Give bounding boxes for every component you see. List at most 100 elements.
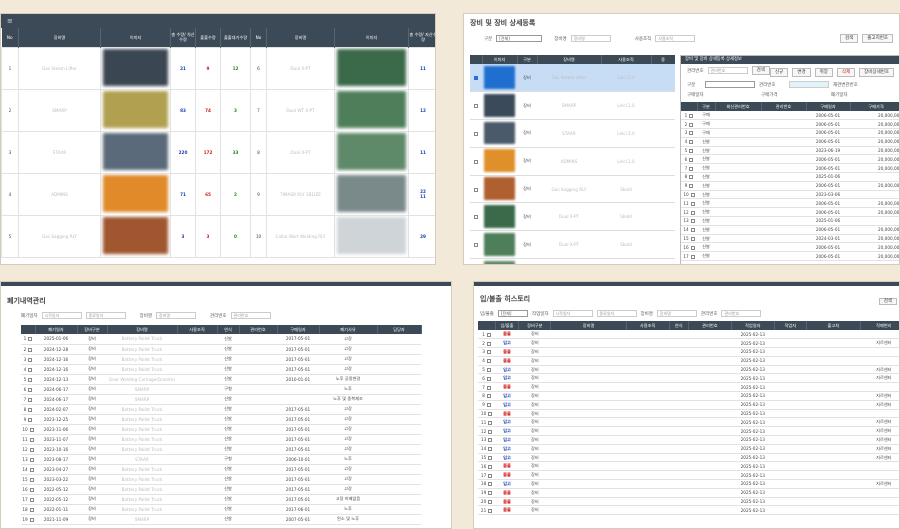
table-row[interactable]: 9 2023-12-25 장비 Battery Pallet Truck 신발 2017-… — [21, 414, 421, 425]
table-row[interactable]: 6 입고 장비 2025-02-13 지르센터 — [478, 373, 899, 384]
row-checkbox[interactable] — [470, 119, 482, 148]
checkbox[interactable] — [488, 447, 493, 452]
row-checkbox[interactable]: 16 — [21, 484, 35, 495]
table-row[interactable]: 4 불출 장비 2025-02-13 — [478, 356, 899, 366]
column-header[interactable]: 작폐변리 — [860, 321, 899, 330]
row-checkbox[interactable]: 14 — [478, 444, 496, 454]
column-header[interactable]: 출출수량 — [195, 28, 221, 47]
row-checkbox[interactable]: 6 — [21, 384, 35, 395]
table-row[interactable]: 14 2023-04-27 장비 Battery Pallet Truck 신발 2017… — [21, 464, 421, 475]
column-header[interactable]: 연식 — [669, 321, 689, 330]
row-checkbox[interactable] — [470, 64, 482, 93]
row-checkbox[interactable]: 15 — [681, 234, 697, 244]
table-row[interactable]: 5 Gas Sagging RLY 3 3 0 10 Collar Wort Welding… — [1, 214, 435, 258]
row-checkbox[interactable]: 17 — [21, 494, 35, 505]
column-header[interactable]: 작업자 — [774, 321, 807, 330]
row-checkbox[interactable]: 14 — [681, 225, 697, 235]
checkbox[interactable] — [28, 347, 33, 352]
mgmt-no-input[interactable]: 관리번호 — [230, 312, 271, 319]
mgmt-no-input[interactable]: 관리번호 — [721, 310, 762, 317]
row-checkbox[interactable]: 17 — [681, 251, 697, 262]
table-row[interactable]: 8 2024-02-07 장비 Battery Pallet Truck 신발 2017-… — [21, 404, 421, 415]
column-header[interactable]: 관리번호 — [688, 321, 732, 330]
delete-button[interactable]: 삭제 — [836, 68, 856, 77]
column-header[interactable]: 출출대기수량 — [220, 28, 251, 47]
column-header[interactable]: 폐기일자 — [35, 325, 78, 334]
equip-name-input[interactable]: 장비명 — [656, 310, 697, 317]
modify-button[interactable]: 변경 — [792, 68, 811, 77]
list-item[interactable]: 장비 Dual X-PT Sbold — [470, 202, 675, 232]
checkbox[interactable] — [488, 429, 493, 434]
row-checkbox[interactable]: 18 — [21, 504, 35, 515]
table-row[interactable]: 11 입고 장비 2025-02-13 지르센터 — [478, 417, 899, 428]
column-header[interactable]: 출고처 — [806, 321, 861, 330]
checkbox[interactable] — [689, 131, 694, 136]
checkbox[interactable] — [486, 376, 491, 381]
mgmt-no-input[interactable]: 관리번호 — [707, 67, 748, 74]
list-item[interactable]: 장비 Dual X-PT Sbold — [470, 230, 675, 260]
table-row[interactable]: 17 신발 2006-05-01 20,000,000 — [681, 251, 899, 262]
start-date-input[interactable]: 시작일자 — [552, 310, 593, 317]
row-checkbox[interactable]: 15 — [478, 453, 496, 463]
column-header[interactable]: 총 수량/ 자산수량 — [408, 28, 435, 47]
column-header[interactable]: 작업일자 — [731, 321, 775, 330]
column-header[interactable] — [21, 325, 36, 334]
search-button[interactable]: 검색 — [878, 298, 897, 305]
table-row[interactable]: 3 2024-12-16 장비 Battery Pallet Truck 신발 2017-… — [21, 354, 421, 365]
row-checkbox[interactable]: 8 — [478, 391, 496, 401]
row-checkbox[interactable]: 12 — [21, 444, 35, 455]
io-type-select[interactable]: [전체] — [497, 310, 528, 317]
table-row[interactable]: 12 입고 장비 2025-02-13 지르센터 — [478, 426, 899, 437]
checkbox[interactable] — [28, 367, 33, 372]
row-checkbox[interactable]: 2 — [478, 338, 496, 349]
column-header[interactable]: 관리번호 — [239, 325, 278, 334]
table-row[interactable]: 20 불출 장비 2025-02-13 — [478, 497, 899, 507]
column-header[interactable]: 장비구분 — [518, 321, 552, 330]
table-row[interactable]: 2 SMARP 83 74 3 7 Dual WT X-PT 12 — [1, 88, 435, 132]
checkbox[interactable] — [474, 187, 478, 192]
checkbox[interactable] — [690, 245, 695, 250]
list-item[interactable]: 장비 Gas Steam Lifter Lelcl 2.0 — [470, 64, 675, 93]
table-row[interactable]: 3 STAAR 220 172 33 8 Dual X-PT 11 — [1, 130, 435, 174]
checkbox[interactable] — [488, 412, 493, 417]
table-row[interactable]: 7 신발 2006-05-01 20,000,000 — [681, 163, 899, 174]
table-row[interactable]: 14 신발 2006-05-01 20,000,000 — [681, 225, 899, 235]
table-row[interactable]: 1 구매 2006-05-01 20,000,000 — [681, 111, 899, 121]
column-header[interactable]: 중 — [651, 55, 675, 64]
checkbox[interactable] — [689, 113, 694, 118]
column-header[interactable]: 구매가격 — [850, 102, 899, 111]
checkbox[interactable] — [29, 507, 34, 512]
checkbox[interactable] — [28, 407, 33, 412]
row-checkbox[interactable]: 8 — [681, 172, 697, 182]
list-item[interactable]: 장비Dual WT X-PTSbold — [470, 258, 675, 264]
table-row[interactable]: 16 2022-05-12 장비 Battery Pallet Truck 신발 2017… — [21, 484, 421, 495]
row-checkbox[interactable]: 5 — [681, 146, 697, 156]
row-checkbox[interactable]: 17 — [478, 470, 496, 481]
checkbox[interactable] — [690, 219, 695, 224]
checkbox[interactable] — [474, 131, 478, 136]
column-header[interactable]: 구분 — [697, 102, 716, 111]
table-row[interactable]: 3 불출 장비 2025-02-13 — [478, 347, 899, 357]
checkbox[interactable] — [28, 337, 33, 342]
column-header[interactable]: 사용조직 — [601, 55, 652, 64]
row-checkbox[interactable]: 7 — [681, 163, 697, 174]
column-header[interactable]: 구매일자 — [277, 325, 320, 334]
checkbox[interactable] — [29, 457, 34, 462]
table-row[interactable]: 1 2025-01-06 장비 Battery Pallet Truck 신발 2017-… — [21, 334, 421, 345]
row-checkbox[interactable] — [470, 91, 482, 121]
form-mgmt-input[interactable] — [789, 81, 829, 88]
start-date-input[interactable]: 시작일자 — [41, 312, 82, 319]
checkbox[interactable] — [486, 394, 491, 399]
menu-icon[interactable]: ≡ — [1, 14, 435, 28]
row-checkbox[interactable]: 16 — [478, 461, 496, 472]
checkbox[interactable] — [689, 157, 694, 162]
row-checkbox[interactable]: 18 — [478, 479, 496, 489]
row-checkbox[interactable] — [470, 147, 482, 176]
table-row[interactable]: 15 신발 2024-03-01 20,000,000 — [681, 234, 899, 244]
cancel-button[interactable]: 취장 — [814, 68, 833, 77]
table-row[interactable]: 10 신발 2023-03-060 — [681, 190, 899, 200]
detail-number-button[interactable]: 장비상세번호 — [859, 68, 894, 77]
checkbox[interactable] — [488, 500, 493, 505]
table-row[interactable]: 7 2024-06-17 장비 SMARP 신발 노후 및 중복제조 — [21, 394, 421, 405]
row-checkbox[interactable] — [470, 202, 482, 232]
